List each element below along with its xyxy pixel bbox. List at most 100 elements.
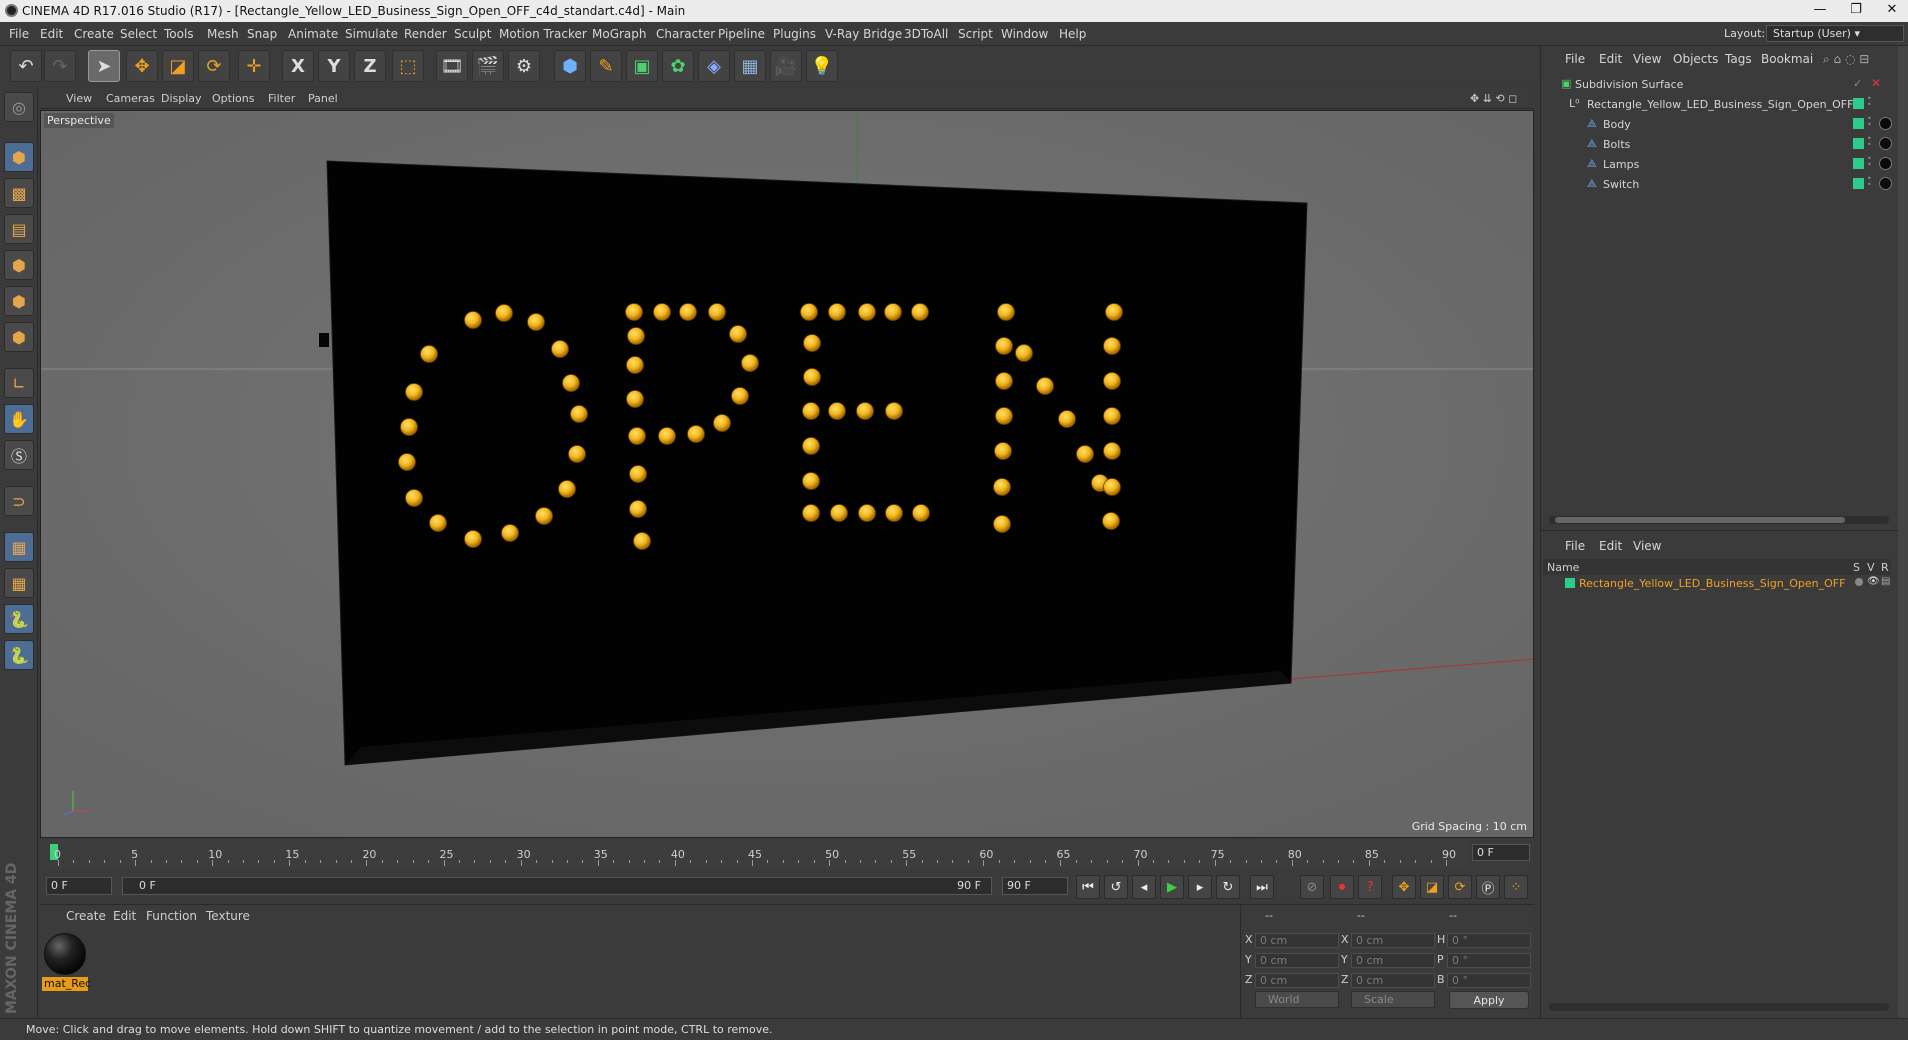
pos-x-field[interactable]: 0 cm bbox=[1255, 933, 1339, 948]
viewport-nav-icons[interactable]: ✥ ⇊ ⟲ ◻ bbox=[1470, 92, 1517, 105]
key-param-icon[interactable]: Ⓟ bbox=[1476, 875, 1500, 899]
snap-icon[interactable]: ⊃ bbox=[4, 486, 34, 516]
check-icon[interactable]: ✓ bbox=[1853, 77, 1862, 90]
sign-body[interactable] bbox=[326, 160, 1308, 766]
material-menu-function[interactable]: Function bbox=[146, 909, 197, 923]
menu-simulate[interactable]: Simulate bbox=[345, 27, 398, 41]
auto-key-icon[interactable]: ? bbox=[1358, 875, 1382, 899]
om-menu-edit[interactable]: Edit bbox=[1599, 52, 1622, 66]
object-manager-scrollbar[interactable] bbox=[1549, 516, 1889, 524]
rotate-icon[interactable]: ⟳ bbox=[198, 50, 230, 82]
move-plus-icon[interactable]: ✛ bbox=[238, 50, 270, 82]
go-to-end-icon[interactable]: ⏭ bbox=[1250, 875, 1274, 899]
eye-icon[interactable]: 👁 bbox=[1867, 576, 1880, 587]
layout-select[interactable]: Startup (User) ▾ bbox=[1766, 25, 1904, 42]
subdivision-icon[interactable]: ▣ bbox=[626, 50, 658, 82]
layer-dots-icon[interactable]: • • bbox=[1867, 135, 1873, 152]
previous-key-icon[interactable]: ↺ bbox=[1104, 875, 1128, 899]
3d-viewport[interactable]: Perspective Grid Spacing : 10 cm bbox=[40, 110, 1534, 838]
pen-icon[interactable]: ✎ bbox=[590, 50, 622, 82]
layer-color-swatch[interactable] bbox=[1565, 578, 1575, 588]
menu-character[interactable]: Character bbox=[656, 27, 715, 41]
coord-space-select[interactable]: World bbox=[1255, 991, 1339, 1008]
menu-pipeline[interactable]: Pipeline bbox=[718, 27, 765, 41]
undo-icon[interactable]: ↶ bbox=[10, 50, 42, 82]
viewport-menu-cameras[interactable]: Cameras bbox=[106, 92, 155, 105]
visibility-tag[interactable] bbox=[1853, 118, 1864, 129]
material-tag-icon[interactable] bbox=[1879, 117, 1892, 130]
key-pla-icon[interactable]: ⁘ bbox=[1504, 875, 1528, 899]
play-icon[interactable]: ▶ bbox=[1160, 875, 1184, 899]
layer-row[interactable]: Rectangle_Yellow_LED_Business_Sign_Open_… bbox=[1543, 575, 1891, 593]
menu-sculpt[interactable]: Sculpt bbox=[454, 27, 491, 41]
visibility-tag[interactable] bbox=[1853, 138, 1864, 149]
material-tag-icon[interactable] bbox=[1879, 157, 1892, 170]
menu-plugins[interactable]: Plugins bbox=[773, 27, 816, 41]
material-tag-icon[interactable] bbox=[1879, 137, 1892, 150]
edges-mode-icon[interactable]: ⬢ bbox=[4, 286, 34, 316]
floor-icon[interactable]: ▦ bbox=[734, 50, 766, 82]
object-row-bolts[interactable]: ⟁ Bolts • • bbox=[1545, 134, 1892, 154]
make-editable-icon[interactable]: ◎ bbox=[4, 92, 34, 122]
points-mode-icon[interactable]: ⬢ bbox=[4, 250, 34, 280]
array-icon[interactable]: ✿ bbox=[662, 50, 694, 82]
menu-snap[interactable]: Snap bbox=[247, 27, 277, 41]
layer-dots-icon[interactable]: • • bbox=[1867, 115, 1873, 132]
start-frame-field[interactable]: 0 F bbox=[46, 877, 112, 895]
object-row-sign[interactable]: L⁰ Rectangle_Yellow_LED_Business_Sign_Op… bbox=[1545, 94, 1891, 114]
texture-mode-icon[interactable]: ▩ bbox=[4, 178, 34, 208]
viewport-menu-options[interactable]: Options bbox=[212, 92, 254, 105]
layer-dots-icon[interactable]: • • bbox=[1867, 175, 1873, 192]
record-keys-icon[interactable]: ⏺ bbox=[1330, 875, 1354, 899]
material-menu-create[interactable]: Create bbox=[66, 909, 106, 923]
om-menu-bookmarks[interactable]: Bookmai bbox=[1761, 52, 1813, 66]
material-name[interactable]: mat_Rec bbox=[42, 977, 91, 991]
size-x-field[interactable]: 0 cm bbox=[1351, 933, 1435, 948]
polygons-mode-icon[interactable]: ⬢ bbox=[4, 322, 34, 352]
coordinate-system-icon[interactable]: ⬚ bbox=[392, 50, 424, 82]
minimize-icon[interactable]: — bbox=[1800, 2, 1840, 17]
menu-create[interactable]: Create bbox=[74, 27, 114, 41]
material-menu-edit[interactable]: Edit bbox=[113, 909, 136, 923]
viewport-menu-view[interactable]: View bbox=[66, 92, 92, 105]
lm-menu-edit[interactable]: Edit bbox=[1599, 539, 1622, 553]
menu-select[interactable]: Select bbox=[120, 27, 157, 41]
viewport-menu-display[interactable]: Display bbox=[161, 92, 202, 105]
menu-animate[interactable]: Animate bbox=[288, 27, 338, 41]
redo-icon[interactable]: ↷ bbox=[44, 50, 76, 82]
menu-render[interactable]: Render bbox=[404, 27, 447, 41]
om-menu-tags[interactable]: Tags bbox=[1725, 52, 1752, 66]
menu-script[interactable]: Script bbox=[958, 27, 993, 41]
om-search-icon[interactable]: ⌕ ⌂ ◌ ⊟ bbox=[1823, 52, 1869, 67]
material-tag-icon[interactable] bbox=[1879, 177, 1892, 190]
menu-edit[interactable]: Edit bbox=[40, 27, 63, 41]
lm-menu-file[interactable]: File bbox=[1565, 539, 1585, 553]
model-mode-icon[interactable]: ⬢ bbox=[4, 142, 34, 172]
go-to-start-icon[interactable]: ⏮ bbox=[1076, 875, 1100, 899]
axis-mode-icon[interactable]: ∟ bbox=[4, 368, 34, 398]
menu-file[interactable]: File bbox=[9, 27, 29, 41]
current-frame-field[interactable]: 0 F bbox=[1472, 844, 1530, 861]
render-view-icon[interactable]: 🎞 bbox=[436, 50, 468, 82]
layer-dots-icon[interactable]: • • bbox=[1867, 155, 1873, 172]
size-y-field[interactable]: 0 cm bbox=[1351, 953, 1435, 968]
om-menu-file[interactable]: File bbox=[1565, 52, 1585, 66]
om-menu-objects[interactable]: Objects bbox=[1673, 52, 1718, 66]
rot-p-field[interactable]: 0 ° bbox=[1447, 953, 1531, 968]
select-arrow-icon[interactable]: ➤ bbox=[88, 50, 120, 82]
camera-icon[interactable]: 🎥 bbox=[770, 50, 802, 82]
layer-dots-icon[interactable]: • • bbox=[1867, 95, 1873, 112]
timeline-ruler[interactable]: 0 5 10 15 20 25 30 35 40 45 50 55 60 65 70 75 80 85 90 bbox=[50, 840, 1468, 868]
render-picture-viewer-icon[interactable]: 🎬 bbox=[472, 50, 504, 82]
tweak-mode-icon[interactable]: ✋ bbox=[4, 404, 34, 434]
visibility-tag[interactable] bbox=[1853, 178, 1864, 189]
next-frame-icon[interactable]: ▸ bbox=[1188, 875, 1212, 899]
scrollbar-thumb[interactable] bbox=[1555, 517, 1845, 523]
object-row-switch[interactable]: ⟁ Switch • • bbox=[1545, 174, 1892, 194]
record-off-icon[interactable]: ⊘ bbox=[1300, 875, 1324, 899]
menu-mograph[interactable]: MoGraph bbox=[592, 27, 647, 41]
material-menu-texture[interactable]: Texture bbox=[206, 909, 250, 923]
visibility-tag[interactable] bbox=[1853, 98, 1864, 109]
viewport-menu-panel[interactable]: Panel bbox=[308, 92, 338, 105]
solo-icon[interactable]: Ⓢ bbox=[4, 440, 34, 470]
